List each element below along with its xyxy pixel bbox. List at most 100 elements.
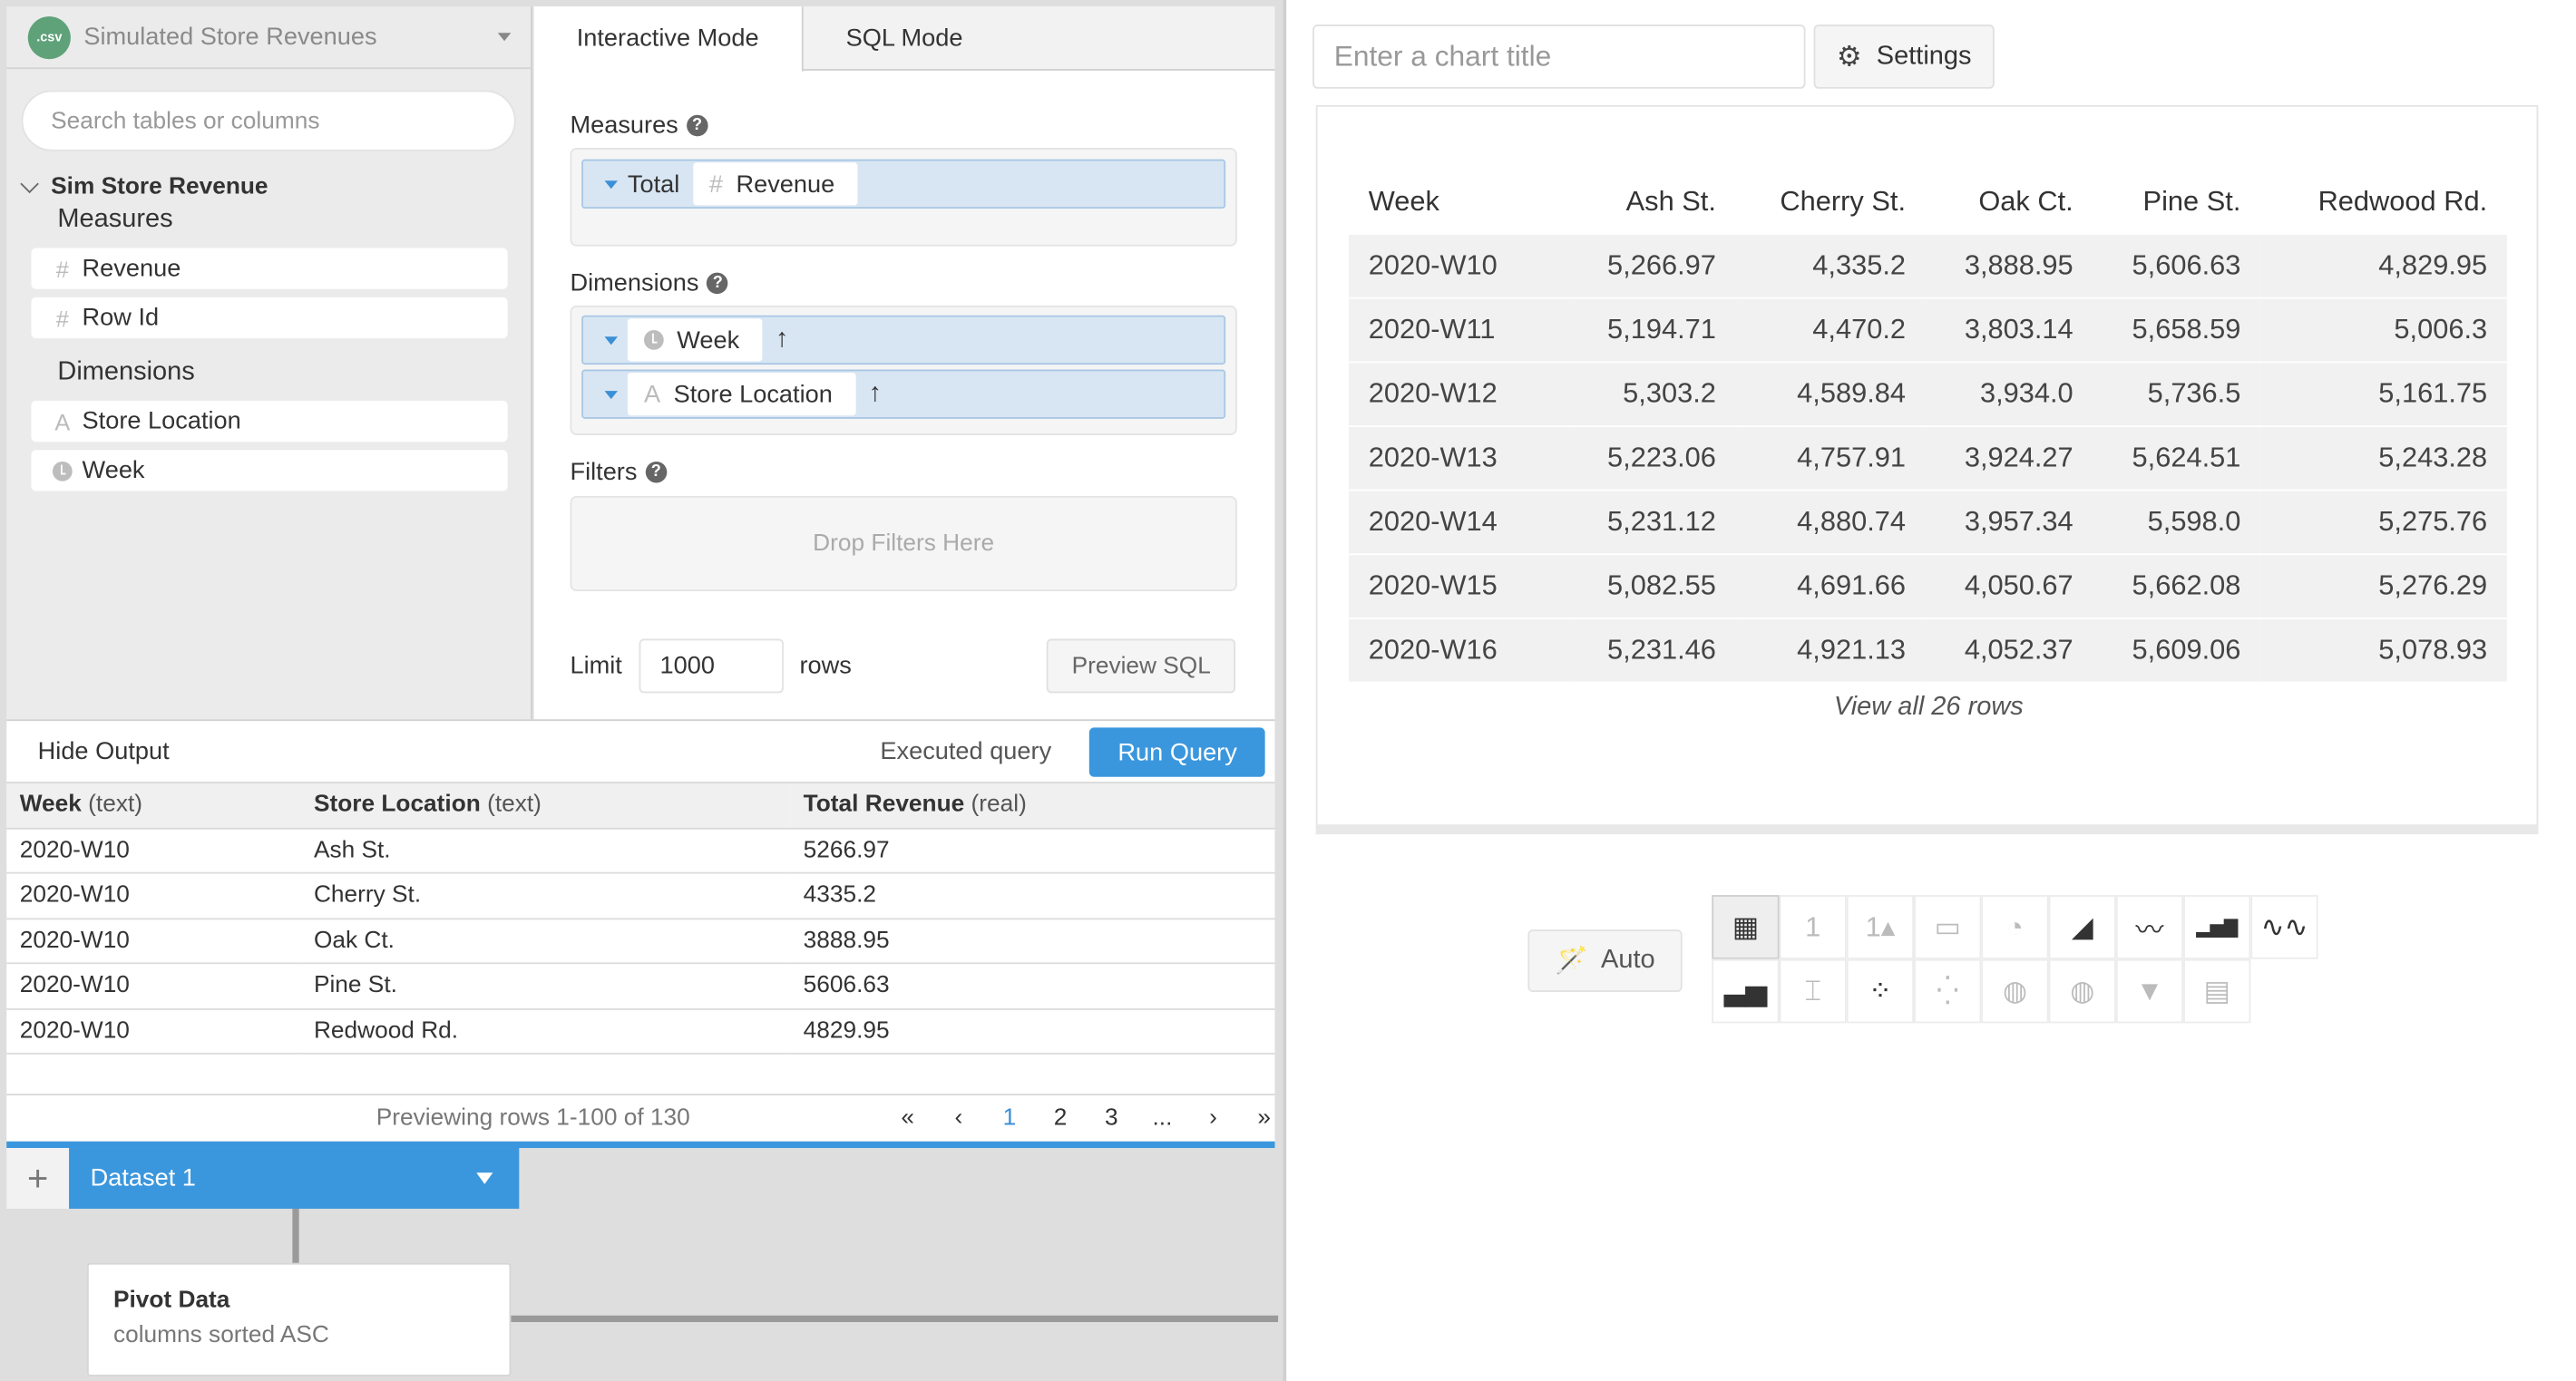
pivot-cell: 2020-W11 [1368,313,1496,345]
pivot-column-header[interactable]: Pine St. [2093,170,2260,233]
sort-ascending-icon[interactable]: ↑ [869,379,882,409]
bar-line-icon[interactable]: ▃▅ [1712,958,1780,1024]
dimensions-drop-zone[interactable]: Week ↑ A Store Location ↑ [570,305,1237,435]
dimension-pill-store-location[interactable]: A Store Location ↑ [581,369,1226,419]
pivot-row: 2020-W11 5,194.71 4,470.2 3,803.14 5,658.59 5… [1348,297,2507,362]
bar-icon[interactable]: ▂▅▇ [2183,895,2251,959]
pivot-column-header[interactable]: Oak Ct. [1926,170,2093,233]
area-icon[interactable]: ◢ [2048,895,2116,959]
pager-item[interactable]: › [1187,1105,1238,1132]
clock-icon [48,461,78,481]
help-icon[interactable]: ? [707,272,729,295]
pager-item[interactable]: « [883,1105,933,1132]
help-icon[interactable]: ? [686,114,708,137]
dimension-field-list: A Store Location Week [6,400,531,491]
pivot-cell: 5,609.06 [2132,633,2241,666]
scatter-icon[interactable]: ⁘ [1846,958,1915,1024]
query-status: Executed query [880,737,1052,766]
pill-dropdown-icon[interactable] [604,390,619,399]
sparkline-icon[interactable]: ∿∿ [2250,895,2318,959]
preview-sql-button[interactable]: Preview SQL [1047,638,1236,694]
pivot-table-header: Week Ash St. Cherry St. Oak Ct. Pine St. Redw… [1349,170,2507,233]
output-table: Week (text) Store Location (text) Total Re… [6,783,1275,1055]
number-trend-icon[interactable]: 1▴ [1846,895,1915,959]
field-label: Revenue [82,254,181,283]
column-header[interactable]: Store Location (text) [300,783,791,829]
pill-field-label: Store Location [673,380,833,409]
app-root: .csv Simulated Store Revenues Search tab… [0,0,2576,1381]
pill-field-label: Revenue [736,170,835,199]
tab-sql-mode[interactable]: SQL Mode [803,6,1005,71]
progress-bar-icon[interactable]: ▭ [1914,895,1982,959]
output-table-body: 2020-W10 Ash St. 5266.97 2020-W10 Cherry St.… [6,827,1275,1055]
pivot-data-step[interactable]: Pivot Data columns sorted ASC [86,1262,512,1376]
panel-resize-handle[interactable] [1283,0,1287,1381]
text-type-icon: A [54,408,71,435]
column-header[interactable]: Total Revenue (real) [790,783,1275,829]
field-store-location[interactable]: A Store Location [31,400,508,443]
view-all-rows-link[interactable]: View all 26 rows [1318,693,2541,723]
pill-dropdown-icon[interactable] [604,180,619,189]
schema-search-input[interactable]: Search tables or columns [21,90,516,151]
table-cell: 2020-W10 [6,872,301,919]
hide-output-button[interactable]: Hide Output [38,737,170,765]
map-icon[interactable]: ◍ [2048,958,2116,1024]
pivot-cell: 5,275.76 [2378,504,2488,537]
chevron-down-icon[interactable] [476,1172,493,1184]
pivot-cell: 5,736.5 [2147,376,2241,409]
step-title: Pivot Data [112,1287,230,1314]
pager-item[interactable]: ‹ [933,1105,984,1132]
chart-title-input[interactable]: Enter a chart title [1312,24,1806,89]
pager-item[interactable]: ... [1137,1105,1187,1132]
table-icon[interactable]: ▦ [1712,895,1780,959]
pivot-column-header[interactable]: Week [1349,170,1568,233]
column-header[interactable]: Week (text) [6,783,301,829]
help-icon[interactable]: ? [645,461,668,483]
number-icon[interactable]: 1 [1779,895,1847,959]
table-tree-item[interactable]: Sim Store Revenue [6,174,531,200]
pivot-column-header[interactable]: Redwood Rd. [2260,170,2507,233]
field-revenue[interactable]: # Revenue [31,248,508,289]
pager-item[interactable]: 3 [1086,1105,1137,1132]
run-query-button[interactable]: Run Query [1089,727,1265,777]
pager-item[interactable]: 1 [984,1105,1035,1132]
dataset-select[interactable]: .csv Simulated Store Revenues [6,6,532,70]
pivot-cell: 4,052.37 [1964,633,2073,666]
bubble-icon[interactable]: ⁛ [1914,958,1982,1024]
rows-label: rows [799,652,852,680]
add-dataset-button[interactable]: + [6,1148,70,1210]
pill-dropdown-icon[interactable] [604,336,619,345]
pager-item[interactable]: 2 [1035,1105,1086,1132]
tab-interactive-mode[interactable]: Interactive Mode [533,6,804,73]
pivot-cell: 5,194.71 [1607,313,1716,345]
measures-drop-zone[interactable]: Total # Revenue [570,148,1237,247]
pivot-cell: 5,082.55 [1607,569,1716,600]
pie-icon[interactable]: ◔ [1981,895,2049,959]
pivot-column-header[interactable]: Cherry St. [1736,170,1926,233]
pivot-row: 2020-W12 5,303.2 4,589.84 3,934.0 5,736.5 5,1… [1348,361,2507,426]
filters-drop-zone[interactable]: Drop Filters Here [570,495,1237,592]
pivot-cell: 5,243.28 [2378,441,2488,472]
field-week[interactable]: Week [31,450,508,491]
globe-icon[interactable]: ◍ [1981,958,2049,1024]
heatmap-icon[interactable]: ▤ [2183,958,2251,1024]
limit-input[interactable]: 1000 [638,638,784,694]
dimensions-heading: Dimensions [57,357,195,386]
pivot-cell: 5,276.29 [2378,569,2488,600]
pivot-cell: 5,303.2 [1623,376,1716,409]
funnel-icon[interactable]: ▼ [2115,958,2184,1024]
field-row-id[interactable]: # Row Id [31,297,508,339]
dimension-pill-week[interactable]: Week ↑ [581,315,1226,365]
chart-preview-border [1315,824,2539,835]
pivot-column-header[interactable]: Ash St. [1568,170,1736,233]
table-cell: Ash St. [300,827,791,874]
table-cell: Cherry St. [300,872,791,919]
pager-item[interactable]: » [1239,1105,1290,1132]
line-icon[interactable]: 〰 [2115,895,2184,959]
auto-chart-button[interactable]: 🪄 Auto [1527,929,1683,992]
dataset-tab[interactable]: Dataset 1 [69,1148,520,1210]
settings-button[interactable]: ⚙ Settings [1813,24,1995,89]
boxplot-icon[interactable]: ⌶ [1779,958,1847,1024]
measure-pill[interactable]: Total # Revenue [581,159,1226,209]
sort-ascending-icon[interactable]: ↑ [776,326,788,355]
